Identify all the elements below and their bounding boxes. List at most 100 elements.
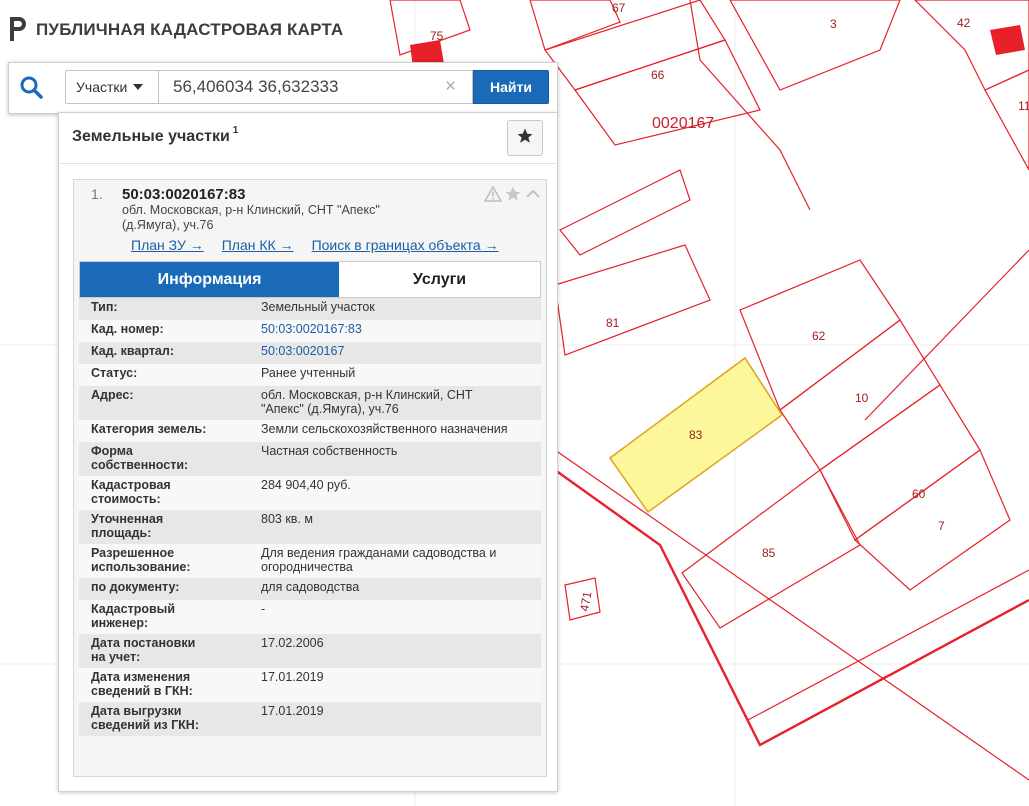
result-card: 1. 50:03:0020167:83 обл. Московская, р-н… — [73, 179, 547, 777]
address-value-line2: "Апекс" (д.Ямуга), уч.76 — [261, 402, 399, 416]
field-label-line2: сведений в ГКН: — [91, 684, 193, 698]
table-row: Категория земель: Земли сельскохозяйстве… — [79, 420, 541, 442]
field-label-line2: стоимость: — [91, 492, 161, 506]
field-value: Ранее учтенный — [261, 366, 356, 380]
find-button[interactable]: Найти — [473, 70, 549, 104]
table-row: Дата постановки на учет: 17.02.2006 — [79, 634, 541, 668]
parcel-label-81: 81 — [606, 316, 620, 330]
field-label: Статус: — [91, 366, 138, 380]
parcel-label-42: 42 — [957, 16, 971, 30]
search-input[interactable] — [159, 70, 473, 104]
parcel-label-66: 66 — [651, 68, 665, 82]
field-label-line1: Дата выгрузки — [91, 704, 182, 718]
parcel-label-11: 11 — [1018, 99, 1029, 113]
result-count: 1 — [232, 125, 239, 136]
table-row: Уточненная площадь: 803 кв. м — [79, 510, 541, 544]
field-label: Адрес: — [91, 388, 134, 402]
field-value: 17.01.2019 — [261, 670, 324, 684]
address-value-line1: обл. Московская, р-н Клинский, СНТ — [261, 388, 473, 402]
star-outline-icon[interactable] — [504, 185, 522, 208]
field-value: Земельный участок — [261, 300, 375, 314]
table-row: Кадастровый инженер: - — [79, 600, 541, 634]
field-value: для садоводства — [261, 580, 360, 594]
field-label: Кад. квартал: — [91, 344, 174, 358]
tab-services[interactable]: Услуги — [339, 262, 540, 297]
parcel-label-471: 471 — [577, 590, 594, 612]
field-label: Форма собственности: — [79, 442, 237, 476]
warning-icon[interactable] — [483, 185, 503, 207]
field-value-line1: Для ведения гражданами садоводства и — [261, 546, 497, 560]
field-label-line1: Кадастровая — [91, 478, 171, 492]
table-row: Кад. номер: 50:03:0020167:83 — [79, 320, 541, 342]
collapse-icon[interactable] — [524, 186, 542, 207]
panel-title: Земельные участки 1 — [72, 125, 239, 146]
field-label: Кад. номер: — [91, 322, 164, 336]
brand-title: ПУБЛИЧНАЯ КАДАСТРОВАЯ КАРТА — [36, 20, 344, 39]
field-value: Для ведения гражданами садоводства и ого… — [237, 544, 541, 578]
tab-info[interactable]: Информация — [80, 262, 339, 297]
field-label-line2: инженер: — [91, 616, 149, 630]
field-label: Кадастровый инженер: — [79, 600, 237, 634]
table-row: Форма собственности: Частная собственнос… — [79, 442, 541, 476]
parcel-label-75: 75 — [430, 29, 444, 43]
parcel-label-67: 67 — [612, 1, 626, 15]
parcel-label-85: 85 — [762, 546, 776, 560]
table-row: Статус: Ранее учтенный — [79, 364, 541, 386]
field-label-line1: Уточненная — [91, 512, 164, 526]
field-label: Дата постановки на учет: — [79, 634, 237, 668]
field-value: Земли сельскохозяйственного назначения — [261, 422, 508, 436]
result-address-line1: обл. Московская, р-н Клинский, СНТ "Апек… — [122, 203, 380, 217]
field-value: 17.01.2019 — [261, 704, 324, 718]
parcel-label-60: 60 — [912, 487, 926, 501]
favorites-button[interactable] — [507, 120, 543, 156]
parcel-label-10: 10 — [855, 391, 869, 405]
table-row: Кад. квартал: 50:03:0020167 — [79, 342, 541, 364]
field-label-line1: Дата изменения — [91, 670, 191, 684]
table-row: Тип: Земельный участок — [79, 298, 541, 320]
logo-icon — [8, 15, 28, 46]
field-label-line2: на учет: — [91, 650, 141, 664]
parcel-label-3: 3 — [830, 17, 837, 31]
field-label-line1: Дата постановки — [91, 636, 196, 650]
field-value: 17.02.2006 — [261, 636, 324, 650]
search-in-bounds-link[interactable]: Поиск в границах объекта → — [312, 237, 499, 253]
result-actions — [483, 185, 542, 208]
field-label: Кадастровая стоимость: — [79, 476, 237, 510]
field-label: Уточненная площадь: — [79, 510, 237, 544]
result-cadastral-id[interactable]: 50:03:0020167:83 — [122, 186, 245, 203]
brand[interactable]: ПУБЛИЧНАЯ КАДАСТРОВАЯ КАРТА — [8, 15, 343, 45]
field-value: Частная собственность — [261, 444, 398, 458]
parcel-label-83: 83 — [689, 428, 703, 442]
result-tabs: Информация Услуги — [79, 261, 541, 298]
field-label: Категория земель: — [91, 422, 207, 436]
result-links: План ЗУ → План КК → Поиск в границах объ… — [131, 237, 517, 253]
field-value: - — [261, 602, 266, 616]
field-value: 803 кв. м — [261, 512, 313, 526]
parcel-label-7: 7 — [938, 519, 945, 533]
star-icon — [516, 127, 534, 150]
table-row: Разрешенное использование: Для ведения г… — [79, 544, 541, 578]
result-address-line2: (д.Ямуга), уч.76 — [122, 218, 214, 232]
search-icon[interactable] — [19, 75, 45, 101]
chevron-down-icon — [133, 84, 144, 90]
result-number: 1. — [91, 186, 103, 202]
field-value: обл. Московская, р-н Клинский, СНТ "Апек… — [237, 386, 541, 420]
plan-kk-link[interactable]: План КК → — [222, 237, 294, 253]
table-row: Кадастровая стоимость: 284 904,40 руб. — [79, 476, 541, 510]
panel-header: Земельные участки 1 — [59, 113, 557, 164]
search-type-select[interactable]: Участки — [65, 70, 159, 104]
table-row: Адрес: обл. Московская, р-н Клинский, СН… — [79, 386, 541, 420]
field-label: Дата изменения сведений в ГКН: — [79, 668, 237, 702]
field-value: 284 904,40 руб. — [261, 478, 351, 492]
cad-number-link[interactable]: 50:03:0020167:83 — [261, 322, 362, 336]
info-table: Тип: Земельный участок Кад. номер: 50:03… — [79, 298, 541, 736]
clear-icon[interactable]: × — [445, 76, 456, 98]
plan-zu-link[interactable]: План ЗУ → — [131, 237, 204, 253]
cad-quarter-link[interactable]: 50:03:0020167 — [261, 344, 344, 358]
search-bar: Участки × Найти — [8, 62, 558, 114]
quarter-label: 0020167 — [652, 115, 714, 132]
field-label-line2: собственности: — [91, 458, 189, 472]
field-label-line1: Форма — [91, 444, 133, 458]
field-label-line1: Кадастровый — [91, 602, 176, 616]
table-row: Дата изменения сведений в ГКН: 17.01.201… — [79, 668, 541, 702]
